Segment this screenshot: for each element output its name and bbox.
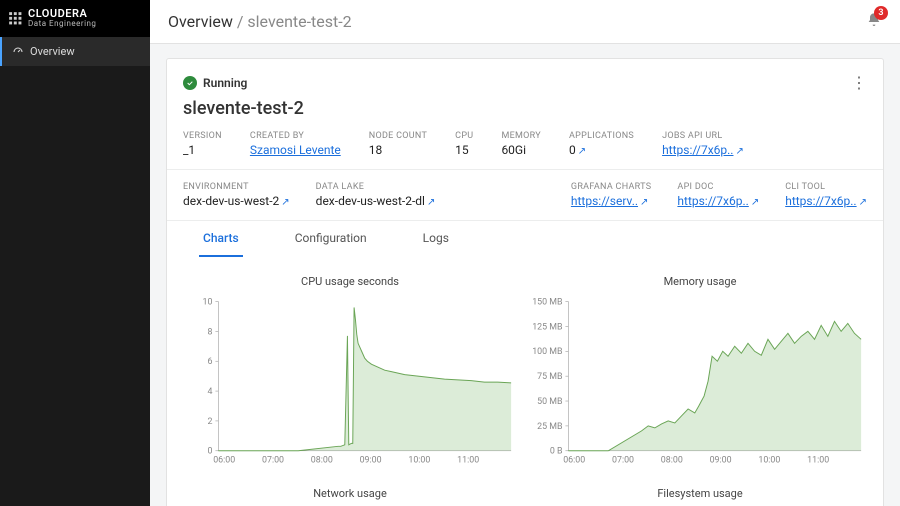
breadcrumb-leaf: slevente-test-2 [247, 12, 351, 31]
cli-tool-link[interactable]: https://7x6p.. [785, 194, 856, 208]
notifications-button[interactable]: 3 [866, 12, 882, 31]
svg-text:0 B: 0 B [550, 447, 563, 457]
svg-text:06:00: 06:00 [563, 456, 585, 466]
kv-api-doc: API DOChttps://7x6p..↗ [677, 182, 759, 208]
svg-text:10: 10 [203, 297, 213, 307]
svg-text:08:00: 08:00 [311, 456, 333, 466]
svg-text:10:00: 10:00 [408, 456, 430, 466]
chart-filesystem: Filesystem usage 20 K [533, 487, 867, 506]
brand-sub: Data Engineering [28, 20, 96, 29]
chart-memory: Memory usage 0 B 25 MB 50 MB 75 MB 100 MB 125… [533, 275, 867, 477]
brand-logo: CLOUDERA Data Engineering [28, 8, 96, 29]
svg-text:11:00: 11:00 [807, 456, 829, 466]
kv-environment: ENVIRONMENTdex-dev-us-west-2↗ [183, 182, 290, 208]
sidebar: CLOUDERA Data Engineering Overview [0, 0, 150, 506]
meta-row-1: VERSION_1 CREATED BYSzamosi Levente NODE… [183, 131, 867, 169]
svg-text:25 MB: 25 MB [537, 422, 562, 432]
sidebar-item-overview[interactable]: Overview [0, 37, 150, 66]
apps-grid-icon[interactable] [8, 11, 22, 25]
svg-text:8: 8 [208, 327, 213, 337]
external-link-icon[interactable]: ↗ [735, 146, 743, 157]
svg-text:6: 6 [208, 357, 213, 367]
kv-memory: MEMORY60Gi [501, 131, 541, 157]
chart-title: Network usage [183, 487, 517, 500]
breadcrumb-root[interactable]: Overview [168, 12, 233, 31]
page-title: slevente-test-2 [183, 98, 867, 119]
svg-text:07:00: 07:00 [612, 456, 634, 466]
svg-text:125 MB: 125 MB [533, 322, 562, 332]
created-by-link[interactable]: Szamosi Levente [250, 143, 341, 157]
topbar: Overview / slevente-test-2 3 [150, 0, 900, 44]
svg-text:100 MB: 100 MB [533, 347, 562, 357]
api-doc-link[interactable]: https://7x6p.. [677, 194, 748, 208]
chart-memory-svg: 0 B 25 MB 50 MB 75 MB 100 MB 125 MB 150 MB 06:… [533, 294, 867, 474]
kv-data-lake: DATA LAKEdex-dev-us-west-2-dl↗ [316, 182, 436, 208]
external-link-icon[interactable]: ↗ [751, 197, 759, 208]
svg-text:2: 2 [208, 417, 213, 427]
actions-menu-button[interactable]: ⋮ [851, 73, 867, 92]
meta-row-2: ENVIRONMENTdex-dev-us-west-2↗ DATA LAKEd… [183, 170, 867, 220]
svg-text:4: 4 [208, 387, 213, 397]
kv-cpu: CPU15 [455, 131, 473, 157]
breadcrumb-sep: / [233, 12, 248, 31]
tab-logs[interactable]: Logs [419, 221, 453, 257]
external-link-icon[interactable]: ↗ [859, 197, 867, 208]
svg-text:0: 0 [208, 447, 213, 457]
sidebar-item-label: Overview [30, 45, 75, 58]
grafana-link[interactable]: https://serv.. [571, 194, 638, 208]
status: Running [183, 76, 247, 90]
svg-text:09:00: 09:00 [710, 456, 732, 466]
status-label: Running [203, 76, 247, 90]
tabs: Charts Configuration Logs [167, 220, 883, 257]
svg-text:150 MB: 150 MB [533, 297, 562, 307]
notification-badge: 3 [874, 6, 888, 20]
jobs-api-link[interactable]: https://7x6p.. [662, 143, 733, 157]
svg-text:09:00: 09:00 [360, 456, 382, 466]
kv-version: VERSION_1 [183, 131, 222, 157]
kv-node-count: NODE COUNT18 [369, 131, 427, 157]
svg-text:11:00: 11:00 [457, 456, 479, 466]
external-link-icon[interactable]: ↗ [578, 146, 586, 157]
kv-cli-tool: CLI TOOLhttps://7x6p..↗ [785, 182, 867, 208]
chart-network: Network usage 5 MB [183, 487, 517, 506]
external-link-icon[interactable]: ↗ [427, 197, 435, 208]
svg-text:06:00: 06:00 [213, 456, 235, 466]
gauge-icon [12, 45, 24, 57]
svg-text:50 MB: 50 MB [537, 397, 562, 407]
brand-name: CLOUDERA [28, 7, 87, 20]
kv-jobs-api: JOBS API URLhttps://7x6p..↗ [662, 131, 744, 157]
kv-created-by: CREATED BYSzamosi Levente [250, 131, 341, 157]
svg-text:75 MB: 75 MB [537, 372, 562, 382]
svg-text:10:00: 10:00 [758, 456, 780, 466]
status-ok-icon [183, 76, 197, 90]
svg-text:08:00: 08:00 [661, 456, 683, 466]
svg-text:07:00: 07:00 [262, 456, 284, 466]
kv-applications: APPLICATIONS0↗ [569, 131, 634, 157]
chart-title: CPU usage seconds [183, 275, 517, 288]
tab-configuration[interactable]: Configuration [291, 221, 371, 257]
breadcrumb: Overview / slevente-test-2 [168, 12, 352, 31]
tab-charts[interactable]: Charts [199, 221, 243, 257]
external-link-icon[interactable]: ↗ [281, 197, 289, 208]
brand: CLOUDERA Data Engineering [0, 0, 150, 37]
external-link-icon[interactable]: ↗ [640, 197, 648, 208]
chart-cpu: CPU usage seconds 0 2 4 6 8 10 06:00 07:00 08:0… [183, 275, 517, 477]
chart-title: Memory usage [533, 275, 867, 288]
chart-title: Filesystem usage [533, 487, 867, 500]
chart-cpu-svg: 0 2 4 6 8 10 06:00 07:00 08:00 09:00 10:00 11:00 [183, 294, 517, 474]
service-card: Running ⋮ slevente-test-2 VERSION_1 CREA… [166, 58, 884, 506]
kv-grafana: GRAFANA CHARTShttps://serv..↗ [571, 182, 652, 208]
